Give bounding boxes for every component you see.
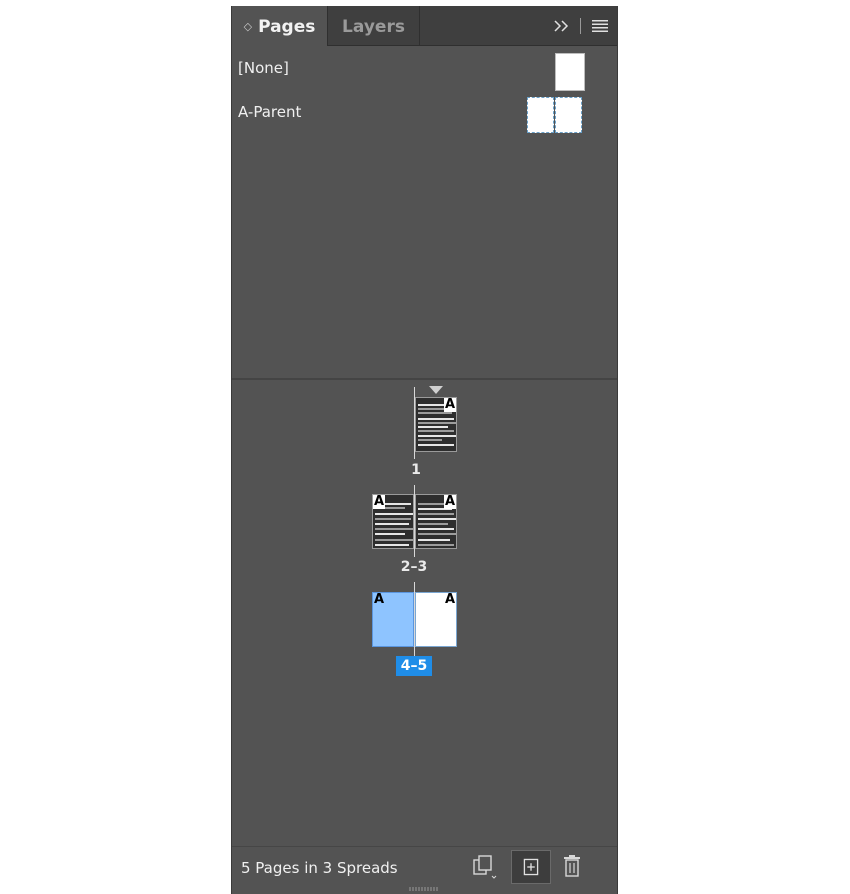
spread-label-selected[interactable]: 4–5 — [396, 656, 432, 676]
tab-pages-label: Pages — [258, 17, 316, 37]
trash-icon[interactable] — [552, 850, 592, 884]
collapse-panel-icon[interactable] — [552, 16, 570, 36]
status-text: 5 Pages in 3 Spreads — [241, 859, 398, 877]
page-thumbnail[interactable]: A — [415, 592, 457, 647]
parent-letter: A — [444, 592, 456, 607]
parent-thumbnail-a-left[interactable] — [527, 97, 554, 133]
page-thumbnail[interactable]: A — [415, 494, 457, 549]
parent-letter: A — [444, 494, 456, 509]
tab-pages[interactable]: ◇ Pages — [232, 6, 328, 46]
section-divider[interactable] — [232, 378, 617, 380]
parent-thumbnail-a-right[interactable] — [555, 97, 582, 133]
panel-footer: 5 Pages in 3 Spreads — [232, 846, 617, 888]
panel-tab-bar: ◇ Pages Layers — [232, 6, 617, 46]
tab-separator — [580, 18, 581, 34]
page-thumbnail[interactable]: A — [372, 494, 414, 549]
spread-label[interactable]: 1 — [404, 462, 428, 478]
parent-name: A-Parent — [238, 103, 302, 121]
new-page-icon[interactable] — [511, 850, 551, 884]
spread-label[interactable]: 2–3 — [384, 559, 444, 575]
tab-layers[interactable]: Layers — [328, 6, 420, 46]
page-thumbnail[interactable]: A — [415, 397, 457, 452]
parent-letter: A — [373, 592, 385, 607]
parent-name: [None] — [238, 59, 289, 77]
start-page-marker-icon — [429, 386, 443, 394]
parent-letter: A — [373, 494, 385, 509]
tab-layers-label: Layers — [342, 17, 405, 37]
edit-page-size-icon[interactable] — [470, 850, 510, 884]
page-thumbnail-selected[interactable]: A — [372, 592, 414, 647]
expand-collapse-icon[interactable]: ◇ — [244, 20, 252, 33]
panel-menu-icon[interactable] — [592, 19, 608, 33]
resize-grip-icon[interactable] — [408, 886, 440, 892]
pages-panel: ◇ Pages Layers [None] A-Parent A 1 A A 2… — [231, 6, 618, 894]
parent-letter: A — [444, 397, 456, 412]
parent-thumbnail-none[interactable] — [555, 53, 585, 91]
